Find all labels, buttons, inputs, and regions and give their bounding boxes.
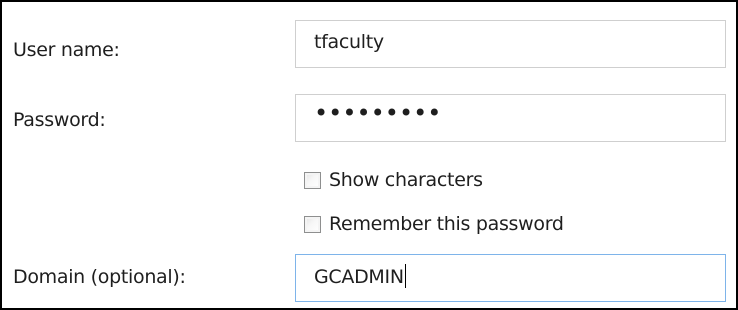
show-characters-option[interactable]: Show characters xyxy=(304,168,483,192)
password-label: Password: xyxy=(13,109,106,131)
domain-label: Domain (optional): xyxy=(13,266,186,288)
domain-field[interactable]: GCADMIN xyxy=(295,254,726,302)
show-characters-checkbox[interactable] xyxy=(304,171,321,189)
username-value: tfaculty xyxy=(314,31,384,53)
remember-password-checkbox[interactable] xyxy=(304,215,321,233)
password-masked-value: ••••••••• xyxy=(314,99,442,127)
domain-value: GCADMIN xyxy=(314,266,404,288)
username-field[interactable]: tfaculty xyxy=(295,20,726,68)
password-field[interactable]: ••••••••• xyxy=(295,94,726,142)
remember-password-label: Remember this password xyxy=(329,213,564,235)
show-characters-label: Show characters xyxy=(329,169,483,191)
remember-password-option[interactable]: Remember this password xyxy=(304,212,564,236)
credentials-form: User name: tfaculty Password: ••••••••• … xyxy=(0,0,738,310)
domain-value-wrap: GCADMIN xyxy=(314,264,406,289)
text-cursor xyxy=(404,264,406,288)
username-label: User name: xyxy=(13,39,120,61)
